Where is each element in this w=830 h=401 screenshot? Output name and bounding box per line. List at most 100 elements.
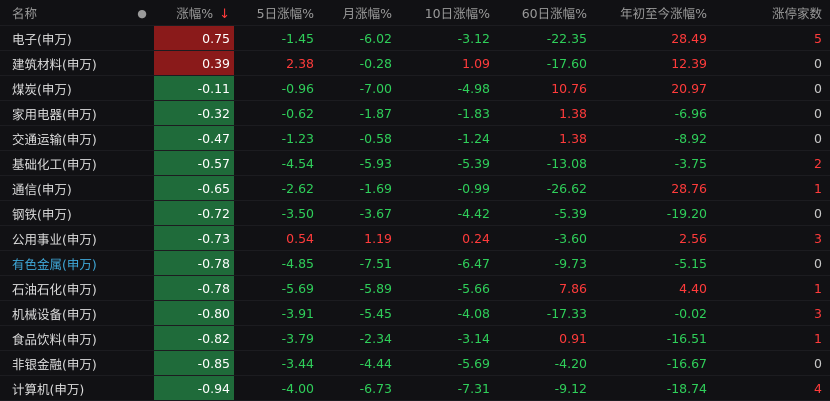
table-body: 电子(申万) 0.75 -1.45 -6.02 -3.12 -22.35 28.49 5 建筑材… — [0, 25, 830, 401]
sector-name[interactable]: 公用事业(申万) — [0, 225, 130, 251]
sector-name[interactable]: 基础化工(申万) — [0, 150, 130, 176]
column-header-change-label: 涨幅% — [176, 6, 214, 21]
d60-cell: 1.38 — [498, 100, 595, 126]
change-cell: 0.39 — [154, 50, 234, 76]
table-header-row: 名称 ● 涨幅% ↓ 5日涨幅% 月涨幅% 10日涨幅% 60日涨幅% 年初至今涨… — [0, 0, 830, 26]
d10-cell: -1.24 — [400, 125, 498, 151]
sector-name[interactable]: 建筑材料(申万) — [0, 50, 130, 76]
sector-name[interactable]: 交通运输(申万) — [0, 125, 130, 151]
d10-cell: -5.69 — [400, 350, 498, 376]
limit-up-cell: 1 — [715, 175, 830, 201]
table-row[interactable]: 通信(申万) -0.65 -2.62 -1.69 -0.99 -26.62 28.76 1 — [0, 175, 830, 201]
sector-name[interactable]: 家用电器(申万) — [0, 100, 130, 126]
limit-up-cell: 0 — [715, 100, 830, 126]
ytd-cell: -3.75 — [595, 150, 715, 176]
d5-cell: -5.69 — [234, 275, 322, 301]
d60-cell: -9.73 — [498, 250, 595, 276]
sector-name[interactable]: 机械设备(申万) — [0, 300, 130, 326]
d60-cell: 0.91 — [498, 325, 595, 351]
table-row[interactable]: 食品饮料(申万) -0.82 -3.79 -2.34 -3.14 0.91 -16.51 1 — [0, 325, 830, 351]
spacer-cell — [130, 50, 154, 76]
spacer-cell — [130, 375, 154, 401]
limit-up-cell: 0 — [715, 250, 830, 276]
column-header-limit-up[interactable]: 涨停家数 — [715, 0, 830, 26]
change-cell: -0.94 — [154, 375, 234, 401]
d60-cell: -13.08 — [498, 150, 595, 176]
sector-name[interactable]: 煤炭(申万) — [0, 75, 130, 101]
table-row[interactable]: 电子(申万) 0.75 -1.45 -6.02 -3.12 -22.35 28.49 5 — [0, 25, 830, 51]
change-cell: -0.72 — [154, 200, 234, 226]
d5-cell: -3.91 — [234, 300, 322, 326]
d10-cell: 0.24 — [400, 225, 498, 251]
limit-up-cell: 1 — [715, 325, 830, 351]
spacer-cell — [130, 100, 154, 126]
d60-cell: 7.86 — [498, 275, 595, 301]
change-cell: -0.65 — [154, 175, 234, 201]
spacer-cell — [130, 25, 154, 51]
sector-name[interactable]: 非银金融(申万) — [0, 350, 130, 376]
column-header-60d[interactable]: 60日涨幅% — [498, 0, 595, 26]
column-header-name[interactable]: 名称 — [0, 0, 130, 26]
ytd-cell: -19.20 — [595, 200, 715, 226]
table-row[interactable]: 煤炭(申万) -0.11 -0.96 -7.00 -4.98 10.76 20.97 0 — [0, 75, 830, 101]
spacer-cell — [130, 300, 154, 326]
d5-cell: -2.62 — [234, 175, 322, 201]
table-row[interactable]: 非银金融(申万) -0.85 -3.44 -4.44 -5.69 -4.20 -16.67 0 — [0, 350, 830, 376]
d10-cell: -4.42 — [400, 200, 498, 226]
spacer-cell — [130, 150, 154, 176]
month-cell: -2.34 — [322, 325, 400, 351]
month-cell: -0.28 — [322, 50, 400, 76]
ytd-cell: -16.67 — [595, 350, 715, 376]
column-header-month[interactable]: 月涨幅% — [322, 0, 400, 26]
d60-cell: -17.60 — [498, 50, 595, 76]
sector-name[interactable]: 计算机(申万) — [0, 375, 130, 401]
month-cell: -5.93 — [322, 150, 400, 176]
limit-up-cell: 4 — [715, 375, 830, 401]
d10-cell: -6.47 — [400, 250, 498, 276]
table-row[interactable]: 家用电器(申万) -0.32 -0.62 -1.87 -1.83 1.38 -6.96 0 — [0, 100, 830, 126]
dot-icon: ● — [137, 7, 147, 20]
table-row[interactable]: 交通运输(申万) -0.47 -1.23 -0.58 -1.24 1.38 -8.92 0 — [0, 125, 830, 151]
d5-cell: -4.00 — [234, 375, 322, 401]
sector-name[interactable]: 有色金属(申万) — [0, 250, 130, 276]
ytd-cell: -5.15 — [595, 250, 715, 276]
table-row[interactable]: 公用事业(申万) -0.73 0.54 1.19 0.24 -3.60 2.56 3 — [0, 225, 830, 251]
d60-cell: -17.33 — [498, 300, 595, 326]
ytd-cell: -18.74 — [595, 375, 715, 401]
month-cell: -0.58 — [322, 125, 400, 151]
d10-cell: -7.31 — [400, 375, 498, 401]
column-header-10d[interactable]: 10日涨幅% — [400, 0, 498, 26]
sector-name[interactable]: 食品饮料(申万) — [0, 325, 130, 351]
column-header-change[interactable]: 涨幅% ↓ — [154, 0, 234, 26]
d5-cell: -3.50 — [234, 200, 322, 226]
ytd-cell: -0.02 — [595, 300, 715, 326]
d60-cell: -3.60 — [498, 225, 595, 251]
change-cell: -0.78 — [154, 250, 234, 276]
sort-desc-icon: ↓ — [219, 7, 230, 22]
limit-up-cell: 3 — [715, 300, 830, 326]
table-row[interactable]: 石油石化(申万) -0.78 -5.69 -5.89 -5.66 7.86 4.40 1 — [0, 275, 830, 301]
column-settings-dot-icon[interactable]: ● — [130, 0, 154, 26]
d10-cell: -4.08 — [400, 300, 498, 326]
table-row[interactable]: 建筑材料(申万) 0.39 2.38 -0.28 1.09 -17.60 12.39 0 — [0, 50, 830, 76]
spacer-cell — [130, 125, 154, 151]
table-row[interactable]: 钢铁(申万) -0.72 -3.50 -3.67 -4.42 -5.39 -19.20 0 — [0, 200, 830, 226]
table-row[interactable]: 基础化工(申万) -0.57 -4.54 -5.93 -5.39 -13.08 -3.75 2 — [0, 150, 830, 176]
table-row[interactable]: 有色金属(申万) -0.78 -4.85 -7.51 -6.47 -9.73 -5.15 0 — [0, 250, 830, 276]
month-cell: -7.51 — [322, 250, 400, 276]
change-cell: -0.47 — [154, 125, 234, 151]
table-row[interactable]: 机械设备(申万) -0.80 -3.91 -5.45 -4.08 -17.33 -0.02 3 — [0, 300, 830, 326]
sector-name[interactable]: 电子(申万) — [0, 25, 130, 51]
month-cell: -5.45 — [322, 300, 400, 326]
d10-cell: -0.99 — [400, 175, 498, 201]
sector-name[interactable]: 通信(申万) — [0, 175, 130, 201]
table-row[interactable]: 计算机(申万) -0.94 -4.00 -6.73 -7.31 -9.12 -18.74 4 — [0, 375, 830, 401]
column-header-5d[interactable]: 5日涨幅% — [234, 0, 322, 26]
d5-cell: -4.54 — [234, 150, 322, 176]
sector-name[interactable]: 钢铁(申万) — [0, 200, 130, 226]
change-cell: -0.82 — [154, 325, 234, 351]
column-header-ytd[interactable]: 年初至今涨幅% — [595, 0, 715, 26]
d5-cell: -4.85 — [234, 250, 322, 276]
change-cell: -0.11 — [154, 75, 234, 101]
sector-name[interactable]: 石油石化(申万) — [0, 275, 130, 301]
